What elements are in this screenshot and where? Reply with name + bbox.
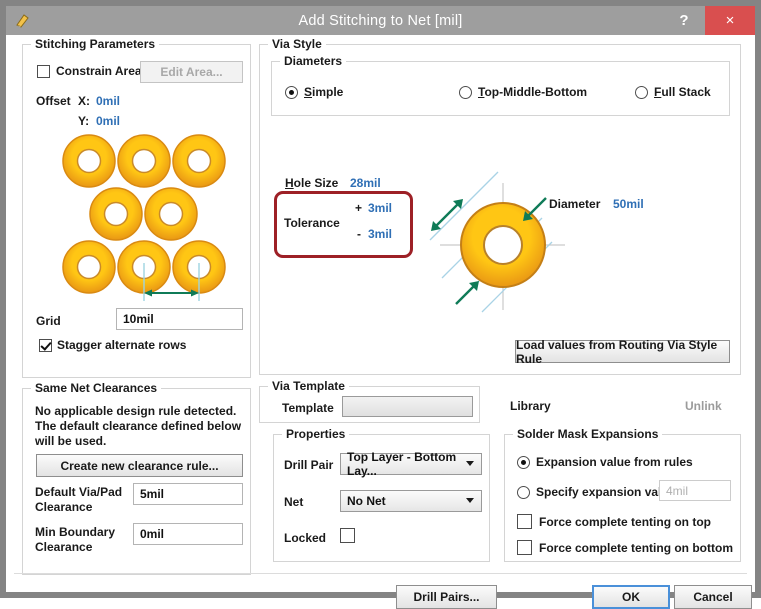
diameter-mode-top-middle-bottom-label: Top-Middle-Bottom	[478, 85, 587, 99]
same-net-clearances-title: Same Net Clearances	[31, 381, 161, 395]
drill-pair-select[interactable]: Top Layer - Bottom Lay...	[340, 453, 482, 475]
via-diameter-diagram	[420, 150, 610, 320]
stitching-parameters-title: Stitching Parameters	[31, 37, 159, 51]
tolerance-plus-value[interactable]: 3mil	[368, 201, 392, 215]
drill-pairs-button[interactable]: Drill Pairs...	[396, 585, 497, 609]
force-tenting-bottom-checkbox[interactable]	[517, 540, 532, 555]
solder-mask-expansions-group: Solder Mask Expansions Expansion value f…	[504, 434, 741, 562]
offset-y-value[interactable]: 0mil	[96, 114, 120, 128]
locked-checkbox[interactable]	[340, 528, 355, 543]
properties-title: Properties	[282, 427, 349, 441]
window-title: Add Stitching to Net [mil]	[6, 13, 755, 29]
clearance-note-line-2: The default clearance defined below	[35, 419, 241, 433]
load-values-from-routing-via-style-rule-button[interactable]: Load values from Routing Via Style Rule	[515, 340, 730, 363]
specify-expansion-value-input[interactable]: 4mil	[659, 480, 731, 501]
diameters-title: Diameters	[280, 54, 346, 68]
drill-pair-label: Drill Pair	[284, 458, 333, 472]
via-template-group: Via Template Template	[259, 386, 480, 423]
tolerance-minus-value[interactable]: 3mil	[368, 227, 392, 241]
clearance-note-line-3: will be used.	[35, 434, 106, 448]
default-via-pad-clearance-input[interactable]: 5mil	[133, 483, 243, 505]
app-icon	[12, 10, 34, 32]
chevron-down-icon	[466, 461, 474, 466]
library-label: Library	[510, 399, 551, 413]
template-select[interactable]	[342, 396, 473, 417]
via-style-group: Via Style Diameters Simple Top-Middle-Bo…	[259, 44, 741, 375]
force-tenting-bottom-label: Force complete tenting on bottom	[539, 541, 733, 555]
clearance-note-line-1: No applicable design rule detected.	[35, 404, 236, 418]
default-via-pad-clearance-label-2: Clearance	[35, 500, 92, 514]
diameter-mode-full-stack-label: Full Stack	[654, 85, 711, 99]
net-value: No Net	[347, 494, 386, 508]
title-bar: Add Stitching to Net [mil] ? ×	[6, 6, 755, 35]
stagger-alternate-rows-checkbox[interactable]	[39, 339, 52, 352]
chevron-down-icon	[466, 498, 474, 503]
unlink-button[interactable]: Unlink	[685, 399, 722, 413]
tolerance-minus-sign: -	[357, 227, 361, 241]
locked-label: Locked	[284, 531, 326, 545]
ok-button[interactable]: OK	[592, 585, 670, 609]
dialog-body: Stitching Parameters Constrain Area Edit…	[6, 35, 755, 592]
hole-size-label: Hole Size	[285, 176, 338, 190]
net-label: Net	[284, 495, 303, 509]
tolerance-label: Tolerance	[284, 216, 340, 230]
diameter-label: Diameter	[549, 197, 600, 211]
specify-expansion-value-label: Specify expansion value	[536, 485, 675, 499]
solder-mask-expansions-title: Solder Mask Expansions	[513, 427, 662, 441]
min-boundary-clearance-label-1: Min Boundary	[35, 525, 115, 539]
help-button[interactable]: ?	[669, 6, 699, 35]
expansion-from-rules-radio[interactable]	[517, 456, 530, 469]
dialog-window: Add Stitching to Net [mil] ? × Stitching…	[0, 0, 761, 598]
stitching-parameters-group: Stitching Parameters Constrain Area Edit…	[22, 44, 251, 378]
template-label: Template	[282, 401, 334, 415]
cancel-button[interactable]: Cancel	[674, 585, 752, 609]
diameter-mode-simple-label: Simple	[304, 85, 343, 99]
create-new-clearance-rule-button[interactable]: Create new clearance rule...	[36, 454, 243, 477]
tolerance-plus-sign: +	[355, 201, 362, 215]
drill-pair-value: Top Layer - Bottom Lay...	[347, 450, 481, 478]
edit-area-button[interactable]: Edit Area...	[140, 61, 243, 83]
min-boundary-clearance-label-2: Clearance	[35, 540, 92, 554]
offset-y-label: Y:	[78, 114, 89, 128]
properties-group: Properties Drill Pair Top Layer - Bottom…	[273, 434, 490, 562]
constrain-area-checkbox[interactable]	[37, 65, 50, 78]
diameter-mode-full-stack-radio[interactable]	[635, 86, 648, 99]
force-tenting-top-checkbox[interactable]	[517, 514, 532, 529]
constrain-area-label: Constrain Area	[56, 64, 142, 78]
offset-label: Offset	[36, 94, 71, 108]
diameter-value[interactable]: 50mil	[613, 197, 644, 211]
offset-x-value[interactable]: 0mil	[96, 94, 120, 108]
grid-label: Grid	[36, 314, 61, 328]
footer-divider	[14, 573, 747, 574]
specify-expansion-value-radio[interactable]	[517, 486, 530, 499]
grid-input[interactable]: 10mil	[116, 308, 243, 330]
diameter-mode-top-middle-bottom-radio[interactable]	[459, 86, 472, 99]
min-boundary-clearance-input[interactable]: 0mil	[133, 523, 243, 545]
default-via-pad-clearance-label-1: Default Via/Pad	[35, 485, 122, 499]
diameter-mode-simple-radio[interactable]	[285, 86, 298, 99]
offset-x-label: X:	[78, 94, 90, 108]
same-net-clearances-group: Same Net Clearances No applicable design…	[22, 388, 251, 575]
via-grid-preview	[59, 133, 229, 303]
stagger-alternate-rows-label: Stagger alternate rows	[57, 338, 186, 352]
via-style-title: Via Style	[268, 37, 326, 51]
close-button[interactable]: ×	[705, 6, 755, 35]
via-template-title: Via Template	[268, 379, 349, 393]
hole-size-value[interactable]: 28mil	[350, 176, 381, 190]
net-select[interactable]: No Net	[340, 490, 482, 512]
diameters-group: Diameters Simple Top-Middle-Bottom Full …	[271, 61, 730, 116]
force-tenting-top-label: Force complete tenting on top	[539, 515, 711, 529]
expansion-from-rules-label: Expansion value from rules	[536, 455, 693, 469]
